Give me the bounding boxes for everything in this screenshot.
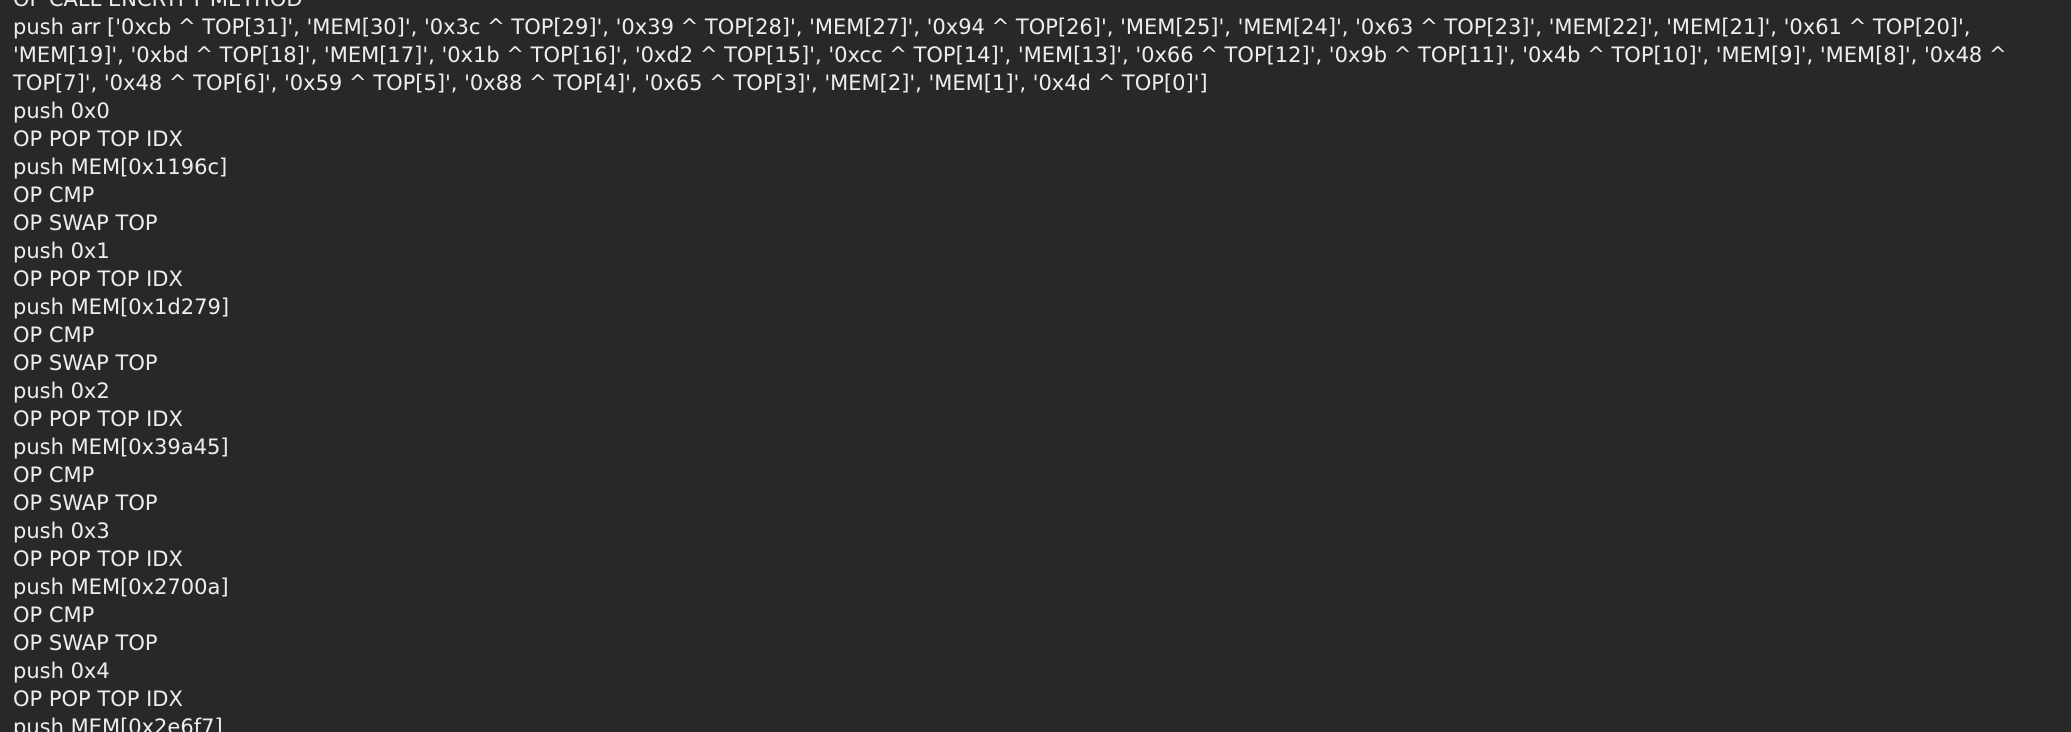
console-line: OP CMP	[13, 323, 95, 347]
console-line: push MEM[0x2e6f7]	[13, 715, 223, 732]
console-line: OP SWAP TOP	[13, 211, 158, 235]
console-line: push arr ['0xcb ^ TOP[31]', 'MEM[30]', '…	[13, 15, 2014, 95]
console-line: OP CMP	[13, 463, 95, 487]
console-line: OP POP TOP IDX	[13, 547, 183, 571]
console-line: OP SWAP TOP	[13, 351, 158, 375]
console-line: OP POP TOP IDX	[13, 687, 183, 711]
console-line: OP SWAP TOP	[13, 491, 158, 515]
console-line: OP POP TOP IDX	[13, 127, 183, 151]
console-output[interactable]: OP CALL ENCRYPT METHOD push arr ['0xcb ^ …	[0, 0, 2071, 732]
console-line: push 0x2	[13, 379, 110, 403]
console-line: push MEM[0x1196c]	[13, 155, 228, 179]
console-line: push MEM[0x2700a]	[13, 575, 229, 599]
console-line: OP SWAP TOP	[13, 631, 158, 655]
console-line: push MEM[0x1d279]	[13, 295, 230, 319]
console-line: push 0x1	[13, 239, 110, 263]
console-line: push 0x3	[13, 519, 110, 543]
console-line: push MEM[0x39a45]	[13, 435, 229, 459]
console-line: OP POP TOP IDX	[13, 267, 183, 291]
console-line: OP CMP	[13, 603, 95, 627]
console-line: push 0x4	[13, 659, 110, 683]
console-line: OP POP TOP IDX	[13, 407, 183, 431]
console-line: OP CALL ENCRYPT METHOD	[13, 0, 2053, 13]
console-line: OP CMP	[13, 183, 95, 207]
console-lines: OP CALL ENCRYPT METHOD push arr ['0xcb ^ …	[13, 0, 2053, 732]
console-line: push 0x0	[13, 99, 110, 123]
